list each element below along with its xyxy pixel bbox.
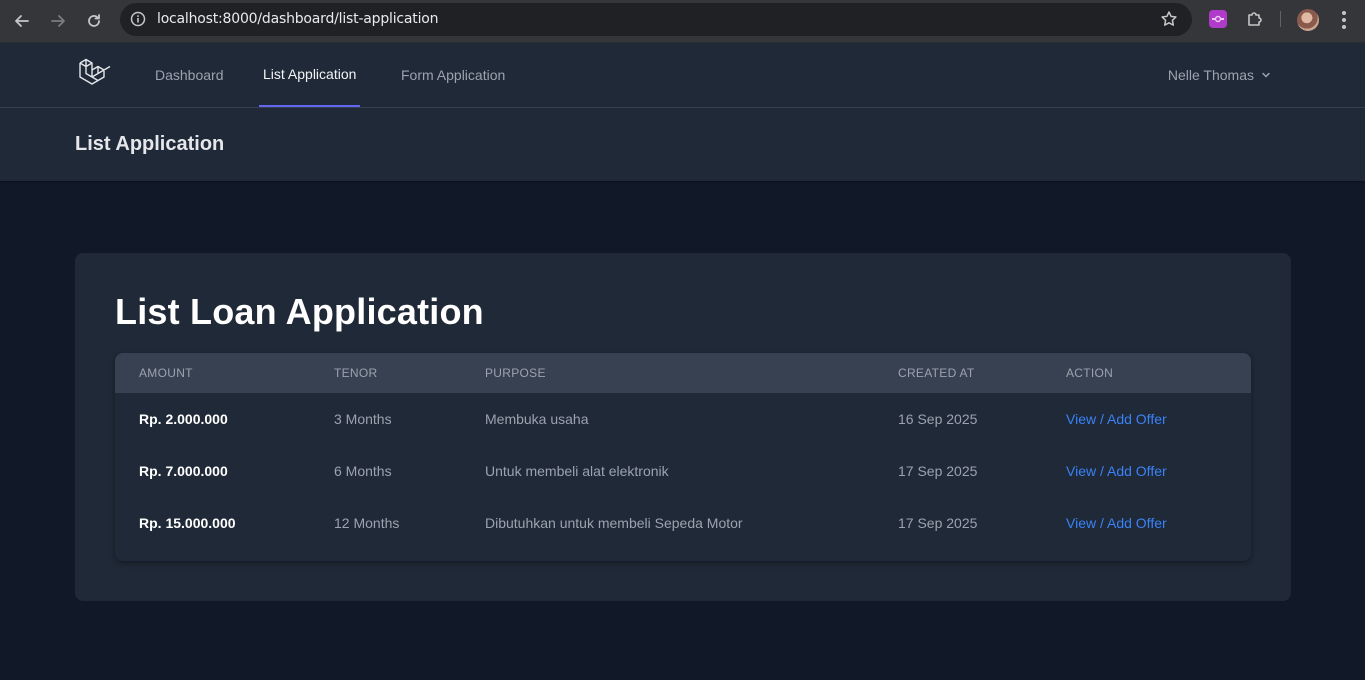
cell-amount: Rp. 15.000.000 [139, 515, 236, 531]
header-tenor: TENOR [334, 366, 378, 380]
table-row: Rp. 7.000.000 6 Months Untuk membeli ala… [115, 445, 1251, 497]
puzzle-icon[interactable] [1245, 9, 1265, 29]
table-row: Rp. 15.000.000 12 Months Dibutuhkan untu… [115, 497, 1251, 549]
star-icon[interactable] [1160, 10, 1178, 28]
forward-icon[interactable] [45, 8, 71, 34]
view-add-offer-link[interactable]: View / Add Offer [1066, 515, 1167, 531]
nav-form-application[interactable]: Form Application [397, 43, 509, 107]
cell-amount: Rp. 2.000.000 [139, 411, 228, 427]
cell-created-at: 17 Sep 2025 [898, 463, 978, 479]
cell-tenor: 6 Months [334, 463, 392, 479]
browser-toolbar: localhost:8000/dashboard/list-applicatio… [0, 0, 1365, 43]
site-info-icon[interactable] [129, 10, 147, 28]
cell-purpose: Dibutuhkan untuk membeli Sepeda Motor [485, 515, 743, 531]
profile-avatar[interactable] [1297, 9, 1319, 31]
content-card: List Loan Application AMOUNT TENOR PURPO… [75, 253, 1291, 601]
page-header: List Application [0, 108, 1365, 181]
app-navbar: Dashboard List Application Form Applicat… [0, 43, 1365, 108]
nav-list-application[interactable]: List Application [259, 43, 361, 107]
view-add-offer-link[interactable]: View / Add Offer [1066, 463, 1167, 479]
cell-amount: Rp. 7.000.000 [139, 463, 228, 479]
header-purpose: PURPOSE [485, 366, 546, 380]
header-action: ACTION [1066, 366, 1114, 380]
cell-tenor: 12 Months [334, 515, 400, 531]
menu-icon[interactable] [1336, 9, 1352, 31]
reload-icon[interactable] [81, 8, 107, 34]
applications-table: AMOUNT TENOR PURPOSE CREATED AT ACTION R… [115, 353, 1251, 561]
nav-dashboard[interactable]: Dashboard [151, 43, 228, 107]
cell-tenor: 3 Months [334, 411, 392, 427]
url-text[interactable]: localhost:8000/dashboard/list-applicatio… [157, 11, 439, 27]
table-row: Rp. 2.000.000 3 Months Membuka usaha 16 … [115, 393, 1251, 445]
table-header: AMOUNT TENOR PURPOSE CREATED AT ACTION [115, 353, 1251, 393]
address-bar[interactable]: localhost:8000/dashboard/list-applicatio… [120, 3, 1192, 36]
header-amount: AMOUNT [139, 366, 193, 380]
view-add-offer-link[interactable]: View / Add Offer [1066, 411, 1167, 427]
user-menu[interactable]: Nelle Thomas [1168, 43, 1272, 107]
back-icon[interactable] [9, 8, 35, 34]
header-created-at: CREATED AT [898, 366, 975, 380]
extension-icon[interactable] [1209, 10, 1227, 28]
cell-created-at: 17 Sep 2025 [898, 515, 978, 531]
cell-created-at: 16 Sep 2025 [898, 411, 978, 427]
user-name: Nelle Thomas [1167, 67, 1254, 83]
laravel-logo[interactable] [77, 57, 111, 91]
page-title: List Application [75, 133, 225, 155]
card-title: List Loan Application [115, 291, 484, 332]
chevron-down-icon [1262, 72, 1270, 78]
toolbar-divider [1280, 11, 1281, 27]
cell-purpose: Membuka usaha [485, 411, 589, 427]
cell-purpose: Untuk membeli alat elektronik [485, 463, 669, 479]
